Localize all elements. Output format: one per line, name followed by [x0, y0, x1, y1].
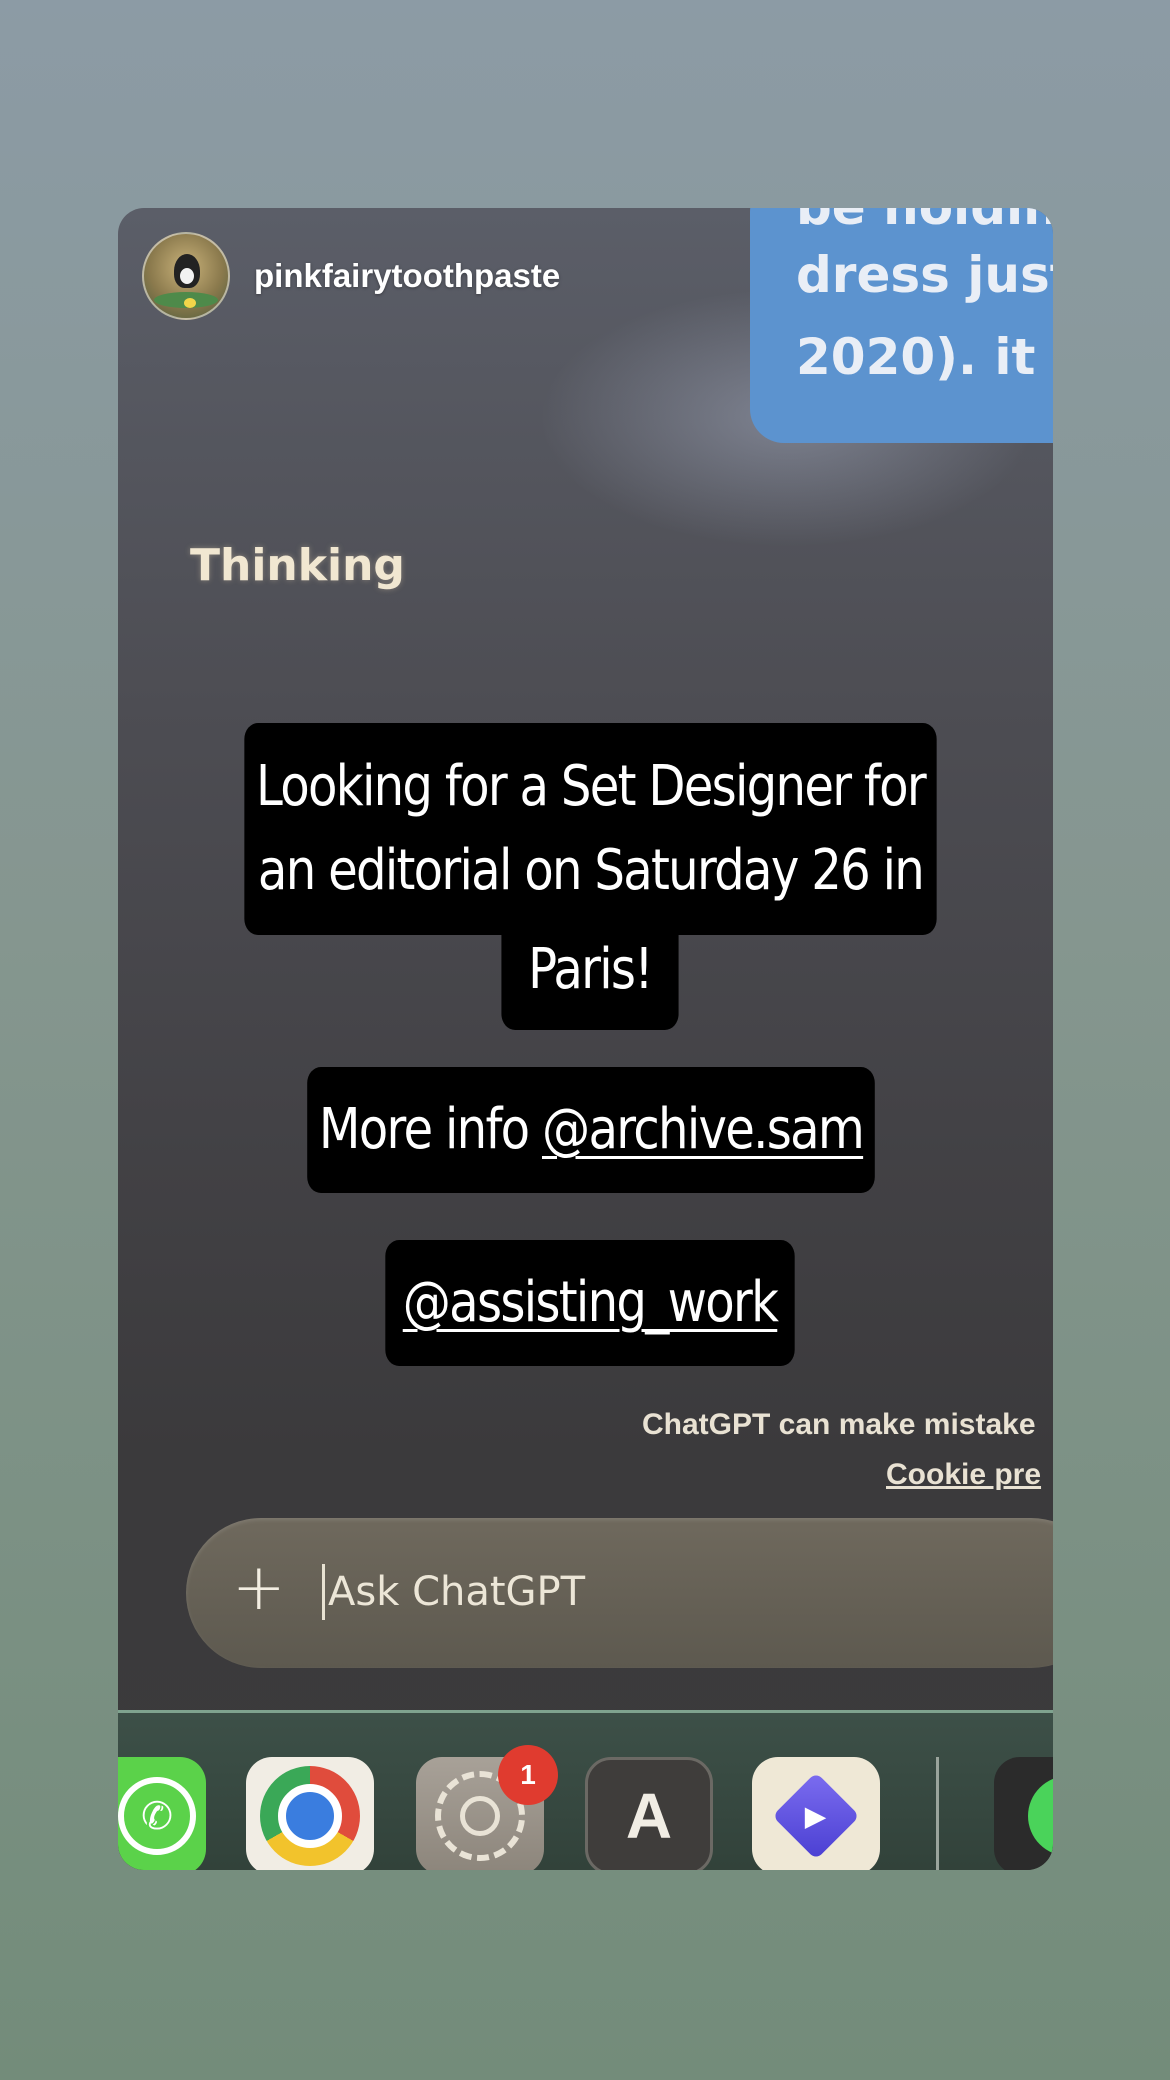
caption-more-info: More info @archive.sam: [307, 1067, 875, 1193]
mention-archive-link[interactable]: @archive.sam: [542, 1097, 865, 1162]
dock-app-spotify[interactable]: [994, 1757, 1053, 1870]
caption-text-3: Paris!: [528, 937, 653, 1002]
disclaimer-text: ChatGPT can make mistake: [642, 1408, 1036, 1441]
notification-badge: 1: [498, 1745, 558, 1805]
dock-app-chrome[interactable]: [246, 1757, 374, 1870]
dock-app-fontbook[interactable]: A: [585, 1757, 713, 1870]
dock-app-whatsapp[interactable]: ✆: [118, 1757, 206, 1870]
spotify-icon: [1028, 1776, 1053, 1856]
letter-a-icon: A: [625, 1780, 673, 1852]
chrome-icon: [260, 1766, 360, 1866]
chat-input-placeholder[interactable]: Ask ChatGPT: [328, 1562, 585, 1622]
username[interactable]: pinkfairytoothpaste: [254, 257, 560, 295]
bubble-line-3: 2020). it has: [796, 328, 1053, 386]
caption-mention: @assisting_work: [385, 1240, 795, 1366]
bubble-line-2: dress just fu: [796, 246, 1053, 304]
story-frame: be holdins dress just fu 2020). it has p…: [118, 208, 1053, 1870]
more-info-text: More info: [318, 1097, 543, 1162]
thinking-label: Thinking: [190, 540, 405, 591]
user-message-bubble: be holdins dress just fu 2020). it has: [750, 208, 1053, 443]
avatar[interactable]: [142, 232, 230, 320]
dock-divider: [936, 1757, 939, 1870]
plus-icon[interactable]: +: [232, 1548, 286, 1628]
dock: ✆ 1 A ▶: [118, 1710, 1053, 1870]
phone-icon: ✆: [118, 1777, 196, 1855]
caption-line-1-2: Looking for a Set Designer for an editor…: [244, 723, 937, 935]
chat-input-bar[interactable]: + Ask ChatGPT: [186, 1518, 1053, 1668]
caption-line-3: Paris!: [501, 928, 679, 1030]
dock-app-pixelmator[interactable]: ▶: [752, 1757, 880, 1870]
dock-app-settings[interactable]: 1: [416, 1745, 558, 1870]
story-header[interactable]: pinkfairytoothpaste: [142, 232, 560, 320]
text-cursor: [322, 1564, 325, 1620]
pixelmator-icon: ▶: [772, 1772, 860, 1860]
caption-text-2: an editorial on Saturday 26 in: [257, 838, 925, 903]
cookie-preferences-link[interactable]: Cookie pre: [886, 1458, 1041, 1492]
mention-assisting-link[interactable]: @assisting_work: [403, 1270, 779, 1335]
bubble-line-1: be holdins: [796, 208, 1053, 236]
caption-text-1: Looking for a Set Designer for: [256, 754, 927, 819]
